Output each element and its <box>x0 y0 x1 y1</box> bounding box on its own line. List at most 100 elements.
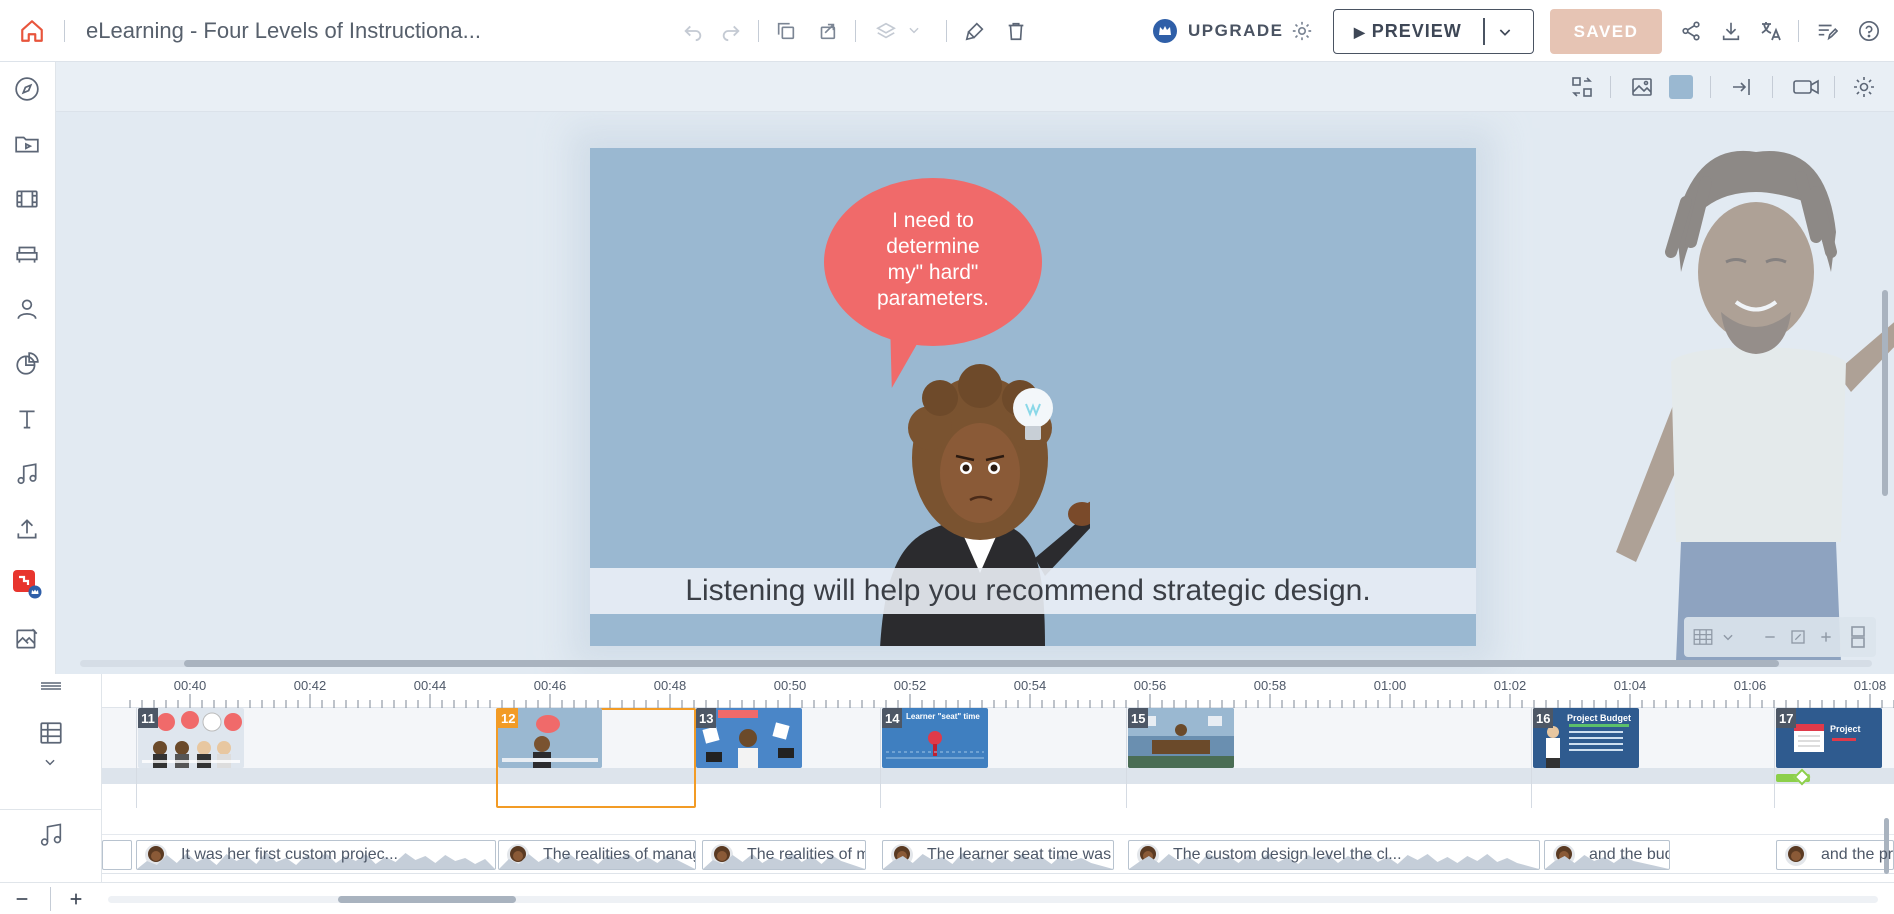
download-icon[interactable] <box>1718 18 1744 44</box>
scene-title: Project Budget <box>1567 713 1632 723</box>
audio-clip-text: and the budg <box>1589 846 1669 863</box>
script-edit-icon[interactable] <box>1814 18 1840 44</box>
play-icon: ▶ <box>1354 24 1366 40</box>
time-label: 00:50 <box>773 678 807 693</box>
drag-handle-icon[interactable] <box>38 678 64 694</box>
text-icon[interactable] <box>12 404 42 434</box>
scene-thumbnail-17[interactable]: 17 Project <box>1776 708 1882 768</box>
time-label: 00:48 <box>653 678 687 693</box>
time-label: 00:46 <box>533 678 567 693</box>
help-icon[interactable] <box>1856 18 1882 44</box>
audio-clip-0[interactable] <box>102 840 132 870</box>
audio-clip-text: and the pro <box>1821 846 1894 863</box>
fit-screen-icon[interactable] <box>1788 627 1808 647</box>
gear-icon[interactable] <box>1289 18 1315 44</box>
scenes-track-icon[interactable] <box>36 718 66 748</box>
timeline-zoom-out-icon[interactable] <box>12 889 32 909</box>
chevron-down-icon[interactable] <box>1718 627 1738 647</box>
image-edit-icon[interactable] <box>12 624 42 654</box>
furniture-icon[interactable] <box>12 239 42 269</box>
lightbulb-icon[interactable] <box>1010 386 1056 448</box>
film-icon[interactable] <box>12 184 42 214</box>
media-folder-icon[interactable] <box>12 129 42 159</box>
time-ruler[interactable]: 00:40 00:42 00:44 00:46 00:48 00:50 00:52 00:54… <box>102 674 1894 708</box>
upload-icon[interactable] <box>12 514 42 544</box>
undo-icon[interactable] <box>680 18 706 44</box>
scene-number: 14 <box>882 708 903 728</box>
time-label: 01:02 <box>1493 678 1527 693</box>
swap-layout-icon[interactable] <box>1568 73 1596 101</box>
audio-clip-text: The custom design level the cl... <box>1173 846 1402 863</box>
video-camera-icon[interactable] <box>1790 73 1822 101</box>
timeline-zoom-in-icon[interactable] <box>66 889 86 909</box>
scene-thumbnail-16[interactable]: 16 Project Budget <box>1533 708 1639 768</box>
preview-label: ▶ PREVIEW <box>1354 21 1462 41</box>
audio-track-icon[interactable] <box>36 818 66 852</box>
time-label: 01:08 <box>1853 678 1887 693</box>
home-icon[interactable] <box>18 17 46 45</box>
scene-canvas[interactable]: I need to determine my" hard" parameters… <box>590 148 1476 646</box>
transition-in-icon[interactable] <box>1728 73 1756 101</box>
speech-bubble-text[interactable]: I need to determine my" hard" parameters… <box>824 208 1042 312</box>
audio-clip-text: The realities of managir <box>543 846 696 863</box>
audio-clip-7[interactable]: and the pro <box>1776 840 1894 870</box>
offcanvas-character-man[interactable] <box>1576 122 1894 662</box>
stage-vertical-scrollbar[interactable] <box>1882 290 1888 496</box>
audio-clip-1[interactable]: It was her first custom projec... <box>136 840 496 870</box>
duplicate-icon[interactable] <box>773 18 799 44</box>
panel-toggle-icon[interactable] <box>1840 617 1876 657</box>
layers-icon[interactable] <box>873 18 899 44</box>
export-copy-icon[interactable] <box>814 18 840 44</box>
saved-button[interactable]: SAVED <box>1550 9 1662 54</box>
upgrade-button[interactable]: UPGRADE <box>1188 21 1284 41</box>
brush-icon[interactable] <box>962 18 988 44</box>
background-color-swatch[interactable] <box>1668 74 1694 100</box>
redo-icon[interactable] <box>718 18 744 44</box>
chevron-down-icon[interactable] <box>904 20 924 40</box>
scene-toolbar <box>56 62 1894 112</box>
brand-plugin-icon[interactable] <box>12 569 42 599</box>
scene-thumbnail-15[interactable]: 15 <box>1128 708 1234 768</box>
chevron-down-icon[interactable] <box>40 752 60 772</box>
background-image-icon[interactable] <box>1628 73 1656 101</box>
translate-icon[interactable] <box>1758 18 1784 44</box>
crown-icon[interactable] <box>1152 18 1178 44</box>
audio-clip-4[interactable]: The learner seat time was to <box>882 840 1114 870</box>
scene-number: 13 <box>696 708 717 728</box>
music-icon[interactable] <box>12 459 42 489</box>
stage-horizontal-scrollbar[interactable] <box>184 660 1779 667</box>
timeline-panel: 00:40 00:42 00:44 00:46 00:48 00:50 00:52 00:54… <box>0 674 1894 914</box>
scene-thumbnail-12[interactable]: 12 <box>498 708 602 768</box>
chevron-down-icon[interactable] <box>1494 22 1516 42</box>
time-label: 00:44 <box>413 678 447 693</box>
audio-clip-5[interactable]: The custom design level the cl... <box>1128 840 1540 870</box>
scene-thumbnail-14[interactable]: 14 Learner "seat" time <box>882 708 988 768</box>
grid-icon[interactable] <box>1692 627 1714 647</box>
share-icon[interactable] <box>1678 18 1704 44</box>
scene-thumbnail-11[interactable]: 11 <box>138 708 244 768</box>
left-sidebar <box>0 62 56 674</box>
audio-clip-text: It was her first custom projec... <box>181 846 398 863</box>
subtitle-caption[interactable]: Listening will help you recommend strate… <box>590 568 1476 614</box>
scene-number: 12 <box>498 708 519 728</box>
trash-icon[interactable] <box>1003 18 1029 44</box>
audio-clip-2[interactable]: The realities of managir <box>498 840 696 870</box>
project-title[interactable]: eLearning - Four Levels of Instructiona.… <box>86 18 481 44</box>
zoom-in-icon[interactable] <box>1816 627 1836 647</box>
character-icon[interactable] <box>12 294 42 324</box>
scene-settings-icon[interactable] <box>1850 73 1878 101</box>
timeline-track-headers <box>0 674 102 914</box>
scene-number: 15 <box>1128 708 1149 728</box>
audio-clip-3[interactable]: The realities of ma <box>702 840 866 870</box>
scene-thumbnail-13[interactable]: 13 <box>696 708 802 768</box>
preview-button[interactable]: ▶ PREVIEW <box>1333 9 1534 54</box>
audio-clip-6[interactable]: and the budg <box>1544 840 1670 870</box>
timeline-horizontal-scrollbar[interactable] <box>338 896 516 903</box>
avatar <box>1785 844 1807 866</box>
chart-icon[interactable] <box>12 349 42 379</box>
scene-title: Project <box>1830 724 1861 734</box>
compass-icon[interactable] <box>12 74 42 104</box>
zoom-out-icon[interactable] <box>1760 627 1780 647</box>
time-label: 01:00 <box>1373 678 1407 693</box>
canvas-zoom-controls <box>1684 617 1844 657</box>
